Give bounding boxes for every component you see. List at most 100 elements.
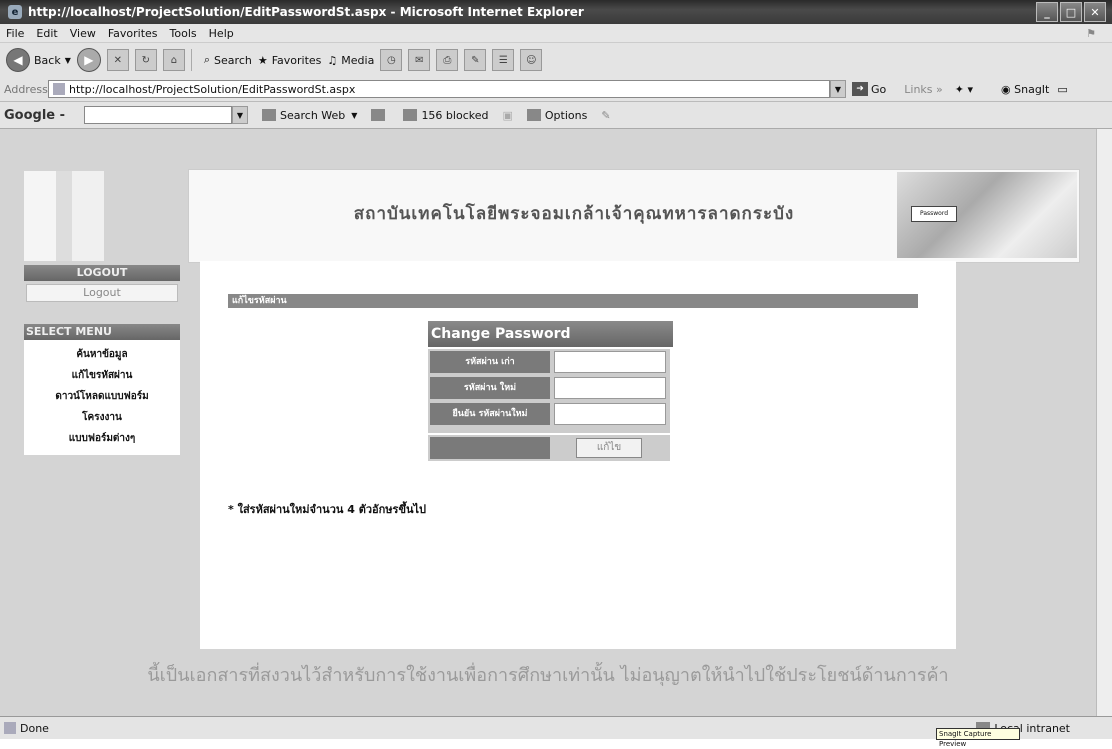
new-password-input[interactable] (554, 377, 666, 399)
links-label: Links (904, 82, 933, 96)
menu-help[interactable]: Help (203, 27, 240, 40)
vertical-scrollbar[interactable] (1096, 129, 1112, 716)
address-url: http://localhost/ProjectSolution/EditPas… (69, 82, 356, 96)
google-toolbar: Google - ▼ Search Web ▼ 156 blocked ▣ Op… (0, 102, 1112, 129)
select-menu-header: SELECT MENU (24, 324, 180, 340)
search-web-button[interactable]: Search Web ▼ (262, 109, 357, 122)
chevron-down-icon: ▼ (351, 110, 358, 120)
forward-arrow-icon: ▶ (76, 48, 101, 72)
pagerank-icon[interactable] (371, 109, 389, 121)
home-icon[interactable]: ⌂ (162, 49, 185, 71)
google-search-dropdown-icon[interactable]: ▼ (232, 106, 248, 124)
sidebar-menu: ค้นหาข้อมูล แก้ไขรหัสผ่าน ดาวน์โหลดแบบฟอ… (24, 340, 180, 455)
highlighter-icon[interactable]: ✎ (601, 109, 610, 122)
back-label: Back (34, 53, 61, 67)
change-password-title: Change Password (428, 321, 673, 347)
options-label: Options (544, 108, 588, 122)
discuss-icon[interactable]: ☰ (492, 49, 515, 71)
change-password-form: รหัสผ่าน เก่า รหัสผ่าน ใหม่ ยืนยัน รหัสผ… (428, 349, 670, 433)
options-button[interactable]: Options (526, 108, 588, 122)
browser-window: e http://localhost/ProjectSolution/EditP… (0, 0, 1112, 748)
password-note: * ใส่รหัสผ่านใหม่จำนวน 4 ตัวอักษรขึ้นไป (228, 503, 427, 516)
sidebar-item-search[interactable]: ค้นหาข้อมูล (24, 344, 180, 365)
sidebar-item-projects[interactable]: โครงงาน (24, 407, 180, 428)
chevron-down-icon[interactable]: ▼ (65, 56, 71, 65)
back-arrow-icon: ◀ (6, 48, 30, 72)
forward-button[interactable]: ▶ (76, 48, 101, 72)
confirm-password-label: ยืนยัน รหัสผ่านใหม่ (430, 403, 550, 425)
go-button[interactable]: ➜ Go (852, 82, 886, 96)
media-icon: ♫ (327, 53, 338, 67)
go-label: Go (871, 82, 887, 96)
favorites-button[interactable]: ★ Favorites (258, 54, 322, 67)
old-password-label: รหัสผ่าน เก่า (430, 351, 550, 373)
sidebar-item-change-password[interactable]: แก้ไขรหัสผ่าน (24, 365, 180, 386)
menu-file[interactable]: File (0, 27, 30, 40)
sidebar-item-various-forms[interactable]: แบบฟอร์มต่างๆ (24, 428, 180, 449)
star-icon: ★ (257, 53, 268, 67)
ie-icon: e (8, 5, 22, 19)
favorites-label: Favorites (271, 53, 322, 67)
minimize-button[interactable]: _ (1036, 2, 1058, 22)
snagit-icon: ◉ (1001, 82, 1011, 96)
menu-bar: File Edit View Favorites Tools Help ⚑ (0, 24, 1112, 42)
status-text: Done (20, 721, 49, 735)
confirm-password-row: ยืนยัน รหัสผ่านใหม่ (430, 401, 668, 425)
edit-icon[interactable]: ✎ (464, 49, 487, 71)
close-button[interactable]: ✕ (1084, 2, 1106, 22)
links-button[interactable]: Links » (904, 83, 943, 96)
new-password-label: รหัสผ่าน ใหม่ (430, 377, 550, 399)
institute-name: สถาบันเทคโนโลยีพระจอมเกล้าเจ้าคุณทหารลาด… (353, 204, 795, 224)
submit-button[interactable]: แก้ไข (576, 438, 642, 458)
snagit-button[interactable]: ◉ SnagIt (1001, 83, 1049, 96)
mail-icon[interactable]: ✉ (408, 49, 431, 71)
media-button[interactable]: ♫ Media (327, 54, 374, 67)
pagerank-bar-icon (371, 109, 386, 121)
print-icon[interactable]: ⎙ (436, 49, 459, 71)
search-button[interactable]: ⌕ Search (204, 53, 252, 67)
old-password-input[interactable] (554, 351, 666, 373)
snagit-tooltip: SnagIt Capture Preview (936, 728, 1020, 748)
logout-link[interactable]: Logout (26, 284, 178, 302)
menu-view[interactable]: View (64, 27, 102, 40)
left-logo-image (24, 171, 104, 261)
banner-image-text: Password (911, 206, 957, 222)
blocked-count: 156 blocked (421, 108, 489, 122)
refresh-icon[interactable]: ↻ (134, 49, 157, 71)
title-bar: e http://localhost/ProjectSolution/EditP… (0, 0, 1112, 24)
menu-favorites[interactable]: Favorites (102, 27, 164, 40)
maximize-button[interactable]: □ (1060, 2, 1082, 22)
sidebar-item-download-forms[interactable]: ดาวน์โหลดแบบฟอร์ม (24, 386, 180, 407)
address-bar: Address http://localhost/ProjectSolution… (0, 77, 1112, 102)
google-search-input[interactable] (84, 106, 232, 124)
confirm-password-input[interactable] (554, 403, 666, 425)
address-dropdown-icon[interactable]: ▼ (830, 80, 846, 98)
popup-blocker-icon (403, 109, 418, 121)
submit-row: แก้ไข (428, 435, 670, 461)
stop-icon[interactable]: ✕ (106, 49, 129, 71)
page-viewport: สถาบันเทคโนโลยีพระจอมเกล้าเจ้าคุณทหารลาด… (0, 129, 1096, 716)
back-button[interactable]: ◀ Back ▼ (6, 48, 71, 72)
media-label: Media (341, 53, 375, 67)
windows-logo-icon: ⚑ (1086, 26, 1096, 40)
window-title: http://localhost/ProjectSolution/EditPas… (28, 5, 584, 19)
google-logo[interactable]: Google - (4, 108, 84, 123)
toolbar-options-icon[interactable]: ✦ ▾ (955, 83, 973, 96)
banner-password-image: Password (897, 172, 1077, 258)
menu-edit[interactable]: Edit (30, 27, 63, 40)
snagit-window-icon[interactable]: ▭ (1057, 83, 1067, 96)
address-input[interactable]: http://localhost/ProjectSolution/EditPas… (48, 80, 830, 98)
history-icon[interactable]: ◷ (380, 49, 403, 71)
menu-tools[interactable]: Tools (164, 27, 203, 40)
header-banner: สถาบันเทคโนโลยีพระจอมเกล้าเจ้าคุณทหารลาด… (188, 169, 1080, 263)
search-label: Search (214, 53, 252, 67)
logout-header: LOGOUT (24, 265, 180, 281)
page-icon (4, 722, 16, 734)
popup-blocker-button[interactable]: 156 blocked (403, 109, 488, 122)
messenger-icon[interactable]: ☺ (520, 49, 543, 71)
standard-toolbar: ◀ Back ▼ ▶ ✕ ↻ ⌂ ⌕ Search ★ Favorites ♫ … (0, 42, 1112, 78)
breadcrumb: แก้ไขรหัสผ่าน (228, 294, 918, 308)
submit-row-spacer (430, 437, 550, 459)
autofill-icon[interactable]: ▣ (502, 109, 512, 122)
options-icon (526, 109, 541, 121)
